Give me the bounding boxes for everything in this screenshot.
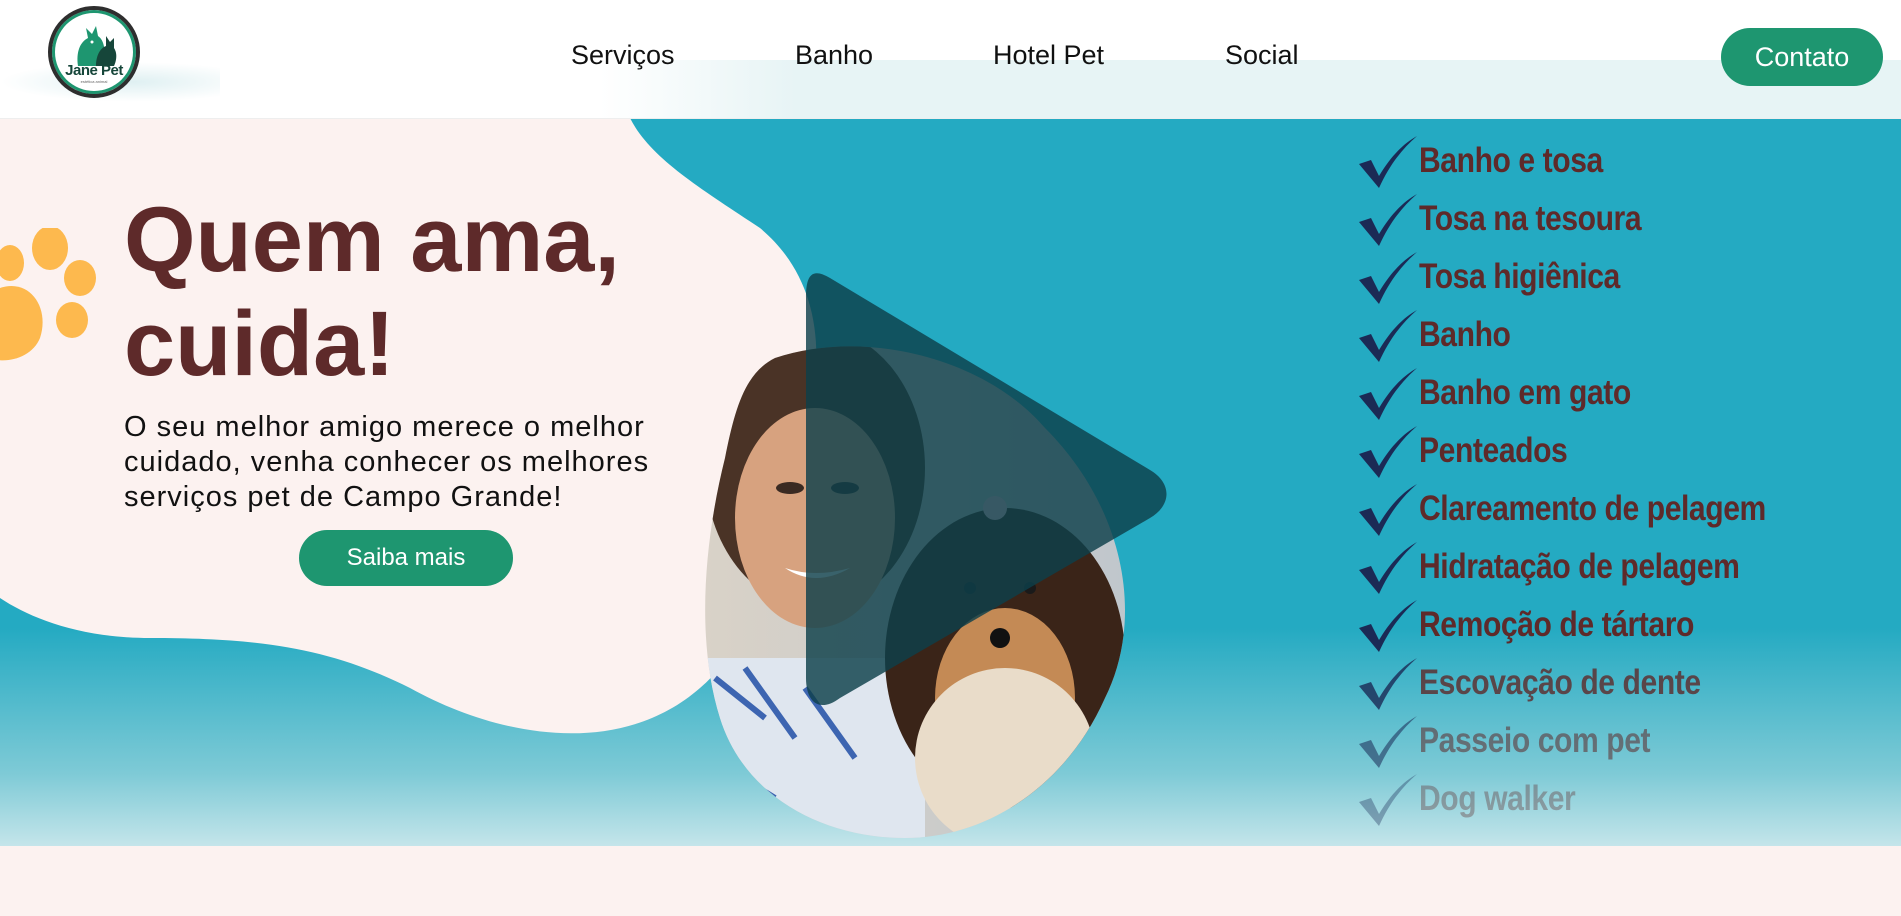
- service-label: Remoção de tártaro: [1419, 605, 1694, 644]
- service-label: Banho: [1419, 315, 1511, 354]
- checkmark-icon: [1359, 252, 1417, 304]
- site-header: Jane Pet estética animal Serviços Banho …: [0, 0, 1901, 119]
- service-label: Passeio com pet: [1419, 721, 1651, 760]
- service-item: Remoção de tártaro: [1355, 596, 1822, 654]
- checkmark-icon: [1359, 774, 1417, 826]
- service-item: Tosa na tesoura: [1355, 190, 1822, 248]
- service-item: Escovação de dente: [1355, 654, 1822, 712]
- checkmark-icon: [1359, 658, 1417, 710]
- checkmark-icon: [1359, 136, 1417, 188]
- service-item: Banho: [1355, 306, 1822, 364]
- hero-subtext: O seu melhor amigo merece o melhor cuida…: [124, 411, 650, 513]
- hero-headline: Quem ama, cuida!: [124, 189, 620, 395]
- service-item: Banho em gato: [1355, 364, 1822, 422]
- service-item: Dog walker: [1355, 770, 1822, 828]
- service-label: Escovação de dente: [1419, 663, 1701, 702]
- service-label: Tosa higiênica: [1419, 257, 1620, 296]
- checkmark-icon: [1359, 368, 1417, 420]
- nav-link-hotel-pet[interactable]: Hotel Pet: [993, 40, 1104, 71]
- nav-link-social[interactable]: Social: [1225, 40, 1299, 71]
- nav-link-servicos[interactable]: Serviços: [571, 40, 675, 71]
- service-label: Banho e tosa: [1419, 141, 1603, 180]
- services-list: Banho e tosa Tosa na tesoura Tosa higiênic…: [1355, 132, 1822, 828]
- service-item: Tosa higiênica: [1355, 248, 1822, 306]
- checkmark-icon: [1359, 194, 1417, 246]
- service-label: Tosa na tesoura: [1419, 199, 1642, 238]
- learn-more-button[interactable]: Saiba mais: [299, 530, 513, 586]
- logo-tagline: estética animal: [80, 79, 108, 84]
- service-label: Clareamento de pelagem: [1419, 489, 1766, 528]
- hero-section: Quem ama, cuida! O seu melhor amigo mere…: [0, 118, 1901, 846]
- paw-icon: [0, 228, 96, 361]
- checkmark-icon: [1359, 484, 1417, 536]
- checkmark-icon: [1359, 310, 1417, 362]
- service-label: Banho em gato: [1419, 373, 1631, 412]
- checkmark-icon: [1359, 542, 1417, 594]
- checkmark-icon: [1359, 600, 1417, 652]
- service-item: Banho e tosa: [1355, 132, 1822, 190]
- service-label: Penteados: [1419, 431, 1568, 470]
- service-item: Passeio com pet: [1355, 712, 1822, 770]
- contact-button[interactable]: Contato: [1721, 28, 1883, 86]
- checkmark-icon: [1359, 426, 1417, 478]
- service-item: Hidratação de pelagem: [1355, 538, 1822, 596]
- main-nav: Serviços Banho Hotel Pet Social: [0, 40, 1901, 80]
- service-item: Clareamento de pelagem: [1355, 480, 1822, 538]
- play-icon[interactable]: [800, 258, 1170, 718]
- logo-brand-name: Jane Pet: [65, 62, 123, 79]
- service-item: Penteados: [1355, 422, 1822, 480]
- service-label: Hidratação de pelagem: [1419, 547, 1740, 586]
- checkmark-icon: [1359, 716, 1417, 768]
- service-label: Dog walker: [1419, 779, 1576, 818]
- nav-link-banho[interactable]: Banho: [795, 40, 873, 71]
